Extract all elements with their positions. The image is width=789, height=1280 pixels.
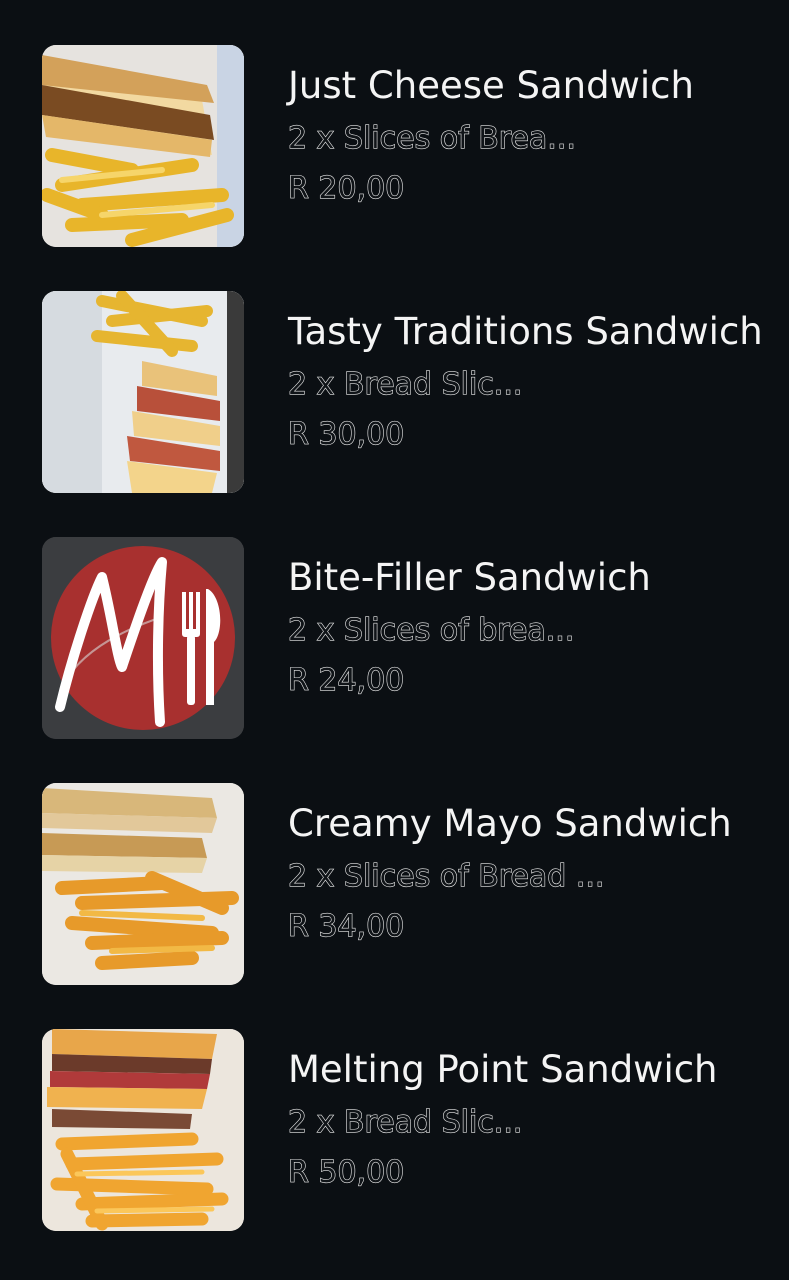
- item-name: Tasty Traditions Sandwich: [288, 310, 763, 353]
- item-info: Just Cheese Sandwich 2 x Slices of Brea.…: [287, 45, 778, 208]
- item-price: R 30,00: [287, 416, 405, 452]
- item-image[interactable]: [42, 537, 244, 739]
- item-price: R 24,00: [287, 662, 405, 698]
- restaurant-logo-icon: [42, 537, 244, 739]
- item-info: Bite-Filler Sandwich 2 x Slices of brea.…: [287, 537, 778, 700]
- item-description: 2 x Slices of brea...: [287, 612, 575, 648]
- item-name: Melting Point Sandwich: [288, 1048, 718, 1091]
- item-description: 2 x Slices of Brea...: [287, 120, 576, 156]
- item-description: 2 x Bread Slic...: [287, 1104, 523, 1140]
- menu-item-tasty-traditions[interactable]: Tasty Traditions Sandwich 2 x Bread Slic…: [0, 291, 789, 493]
- item-info: Creamy Mayo Sandwich 2 x Slices of Bread…: [287, 783, 778, 946]
- item-image[interactable]: [42, 783, 244, 985]
- item-name: Creamy Mayo Sandwich: [288, 802, 732, 845]
- item-image[interactable]: [42, 291, 244, 493]
- item-image[interactable]: [42, 1029, 244, 1231]
- item-info: Tasty Traditions Sandwich 2 x Bread Slic…: [287, 291, 778, 454]
- item-price: R 20,00: [287, 170, 405, 206]
- menu-item-bite-filler[interactable]: Bite-Filler Sandwich 2 x Slices of brea.…: [0, 537, 789, 739]
- menu-item-melting-point[interactable]: Melting Point Sandwich 2 x Bread Slic...…: [0, 1029, 789, 1231]
- item-name: Bite-Filler Sandwich: [288, 556, 651, 599]
- menu-item-creamy-mayo[interactable]: Creamy Mayo Sandwich 2 x Slices of Bread…: [0, 783, 789, 985]
- menu-list: Just Cheese Sandwich 2 x Slices of Brea.…: [0, 0, 789, 1280]
- item-description: 2 x Bread Slic...: [287, 366, 523, 402]
- menu-item-just-cheese[interactable]: Just Cheese Sandwich 2 x Slices of Brea.…: [0, 45, 789, 247]
- item-price: R 50,00: [287, 1154, 405, 1190]
- item-info: Melting Point Sandwich 2 x Bread Slic...…: [287, 1029, 778, 1192]
- item-price: R 34,00: [287, 908, 405, 944]
- item-description: 2 x Slices of Bread ...: [287, 858, 605, 894]
- item-image[interactable]: [42, 45, 244, 247]
- item-name: Just Cheese Sandwich: [288, 64, 694, 107]
